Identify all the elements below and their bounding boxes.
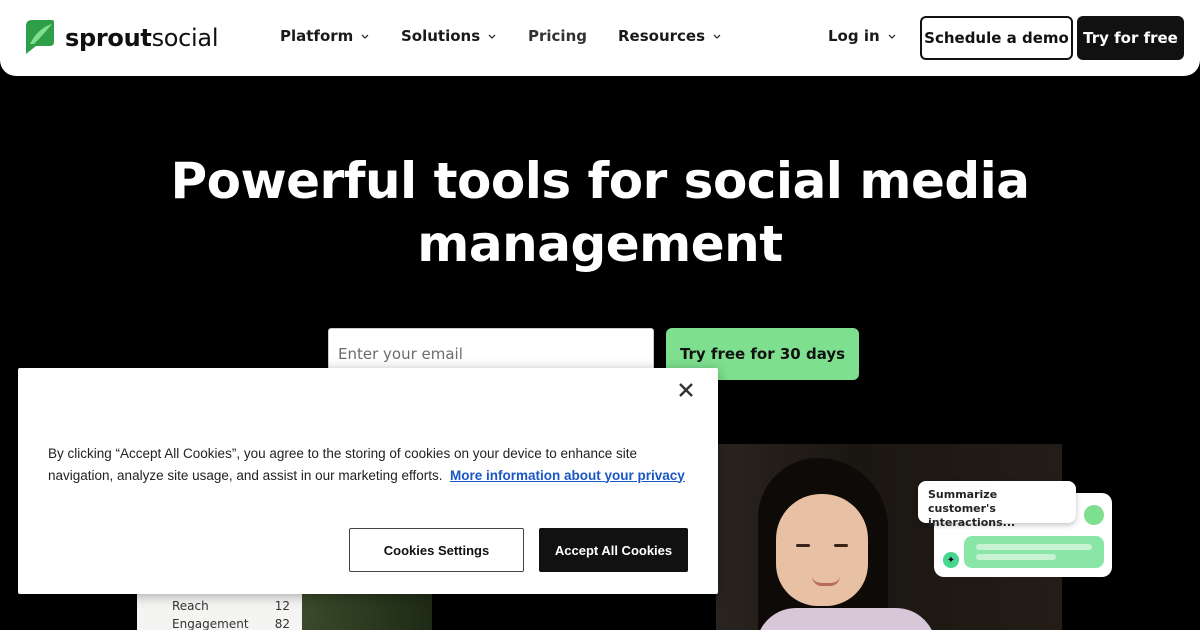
nav-platform[interactable]: Platform <box>280 27 370 45</box>
logo-wordmark: sproutsocial <box>65 24 219 52</box>
ai-reply-bubble <box>964 536 1104 568</box>
cookie-message: By clicking “Accept All Cookies”, you ag… <box>48 443 698 486</box>
close-icon[interactable] <box>675 379 697 401</box>
schedule-demo-button[interactable]: Schedule a demo <box>920 16 1073 60</box>
chevron-down-icon <box>888 34 896 39</box>
login-menu[interactable]: Log in <box>828 27 897 45</box>
try-for-free-button[interactable]: Try for free <box>1077 16 1184 60</box>
nav-label: Solutions <box>401 27 481 45</box>
nav-solutions[interactable]: Solutions <box>401 27 497 45</box>
plant-image <box>302 594 432 630</box>
ai-prompt-bubble: Summarize customer's interactions... <box>918 481 1076 529</box>
stat-row: Engagement 82 <box>172 617 290 630</box>
stat-label: Reach <box>172 599 209 613</box>
nav-label: Pricing <box>528 27 587 45</box>
stat-row: Reach 12 <box>172 599 290 613</box>
sprout-leaf-logo-icon <box>26 20 54 54</box>
ai-sparkle-icon: ✦ <box>943 552 959 568</box>
user-avatar-dot <box>1084 505 1104 525</box>
nav-resources[interactable]: Resources <box>618 27 722 45</box>
stat-value: 82 <box>274 617 290 630</box>
hero-title: Powerful tools for social media manageme… <box>170 152 1030 273</box>
login-label: Log in <box>828 27 880 45</box>
site-header: sproutsocial Platform Solutions Pricing … <box>0 0 1200 76</box>
chevron-down-icon <box>488 34 496 39</box>
nav-label: Resources <box>618 27 706 45</box>
chevron-down-icon <box>361 34 369 39</box>
ai-reply-line <box>976 554 1056 560</box>
stat-label: Engagement <box>172 617 249 630</box>
cookies-settings-button[interactable]: Cookies Settings <box>349 528 524 572</box>
logo[interactable]: sproutsocial <box>24 20 219 56</box>
chevron-down-icon <box>713 34 721 39</box>
accept-all-cookies-button[interactable]: Accept All Cookies <box>539 528 688 572</box>
ai-reply-line <box>976 544 1092 550</box>
nav-label: Platform <box>280 27 354 45</box>
stat-value: 12 <box>274 599 290 613</box>
privacy-link[interactable]: More information about your privacy <box>450 468 685 483</box>
nav-pricing[interactable]: Pricing <box>528 27 587 45</box>
